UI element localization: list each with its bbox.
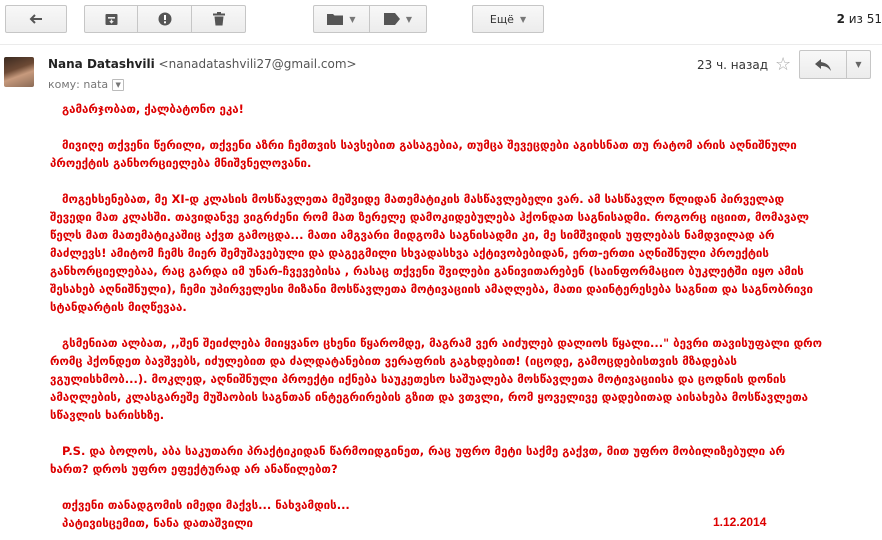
toolbar-divider [0,44,882,45]
message-signature: პატივისცემით, ნანა დათაშვილი [62,516,254,530]
sender-line: Nana Datashvili <nanadatashvili27@gmail.… [48,57,357,71]
show-details-dropdown-icon[interactable]: ▼ [112,78,125,91]
dropdown-arrow-icon: ▼ [519,14,527,24]
sender-email: <nanadatashvili27@gmail.com> [158,57,357,71]
organize-button-group: ▼ ▼ [313,5,427,33]
message-closing: თქვენი თანადგომის იმედი მაქვს... ნახვამდ… [62,498,350,512]
archive-button[interactable] [84,5,138,33]
dropdown-arrow-icon: ▼ [349,14,356,24]
reply-button[interactable] [799,50,847,79]
report-spam-button[interactable] [138,5,192,33]
message-paragraph-1: მივიღე თქვენი წერილი, თქვენი აზრი ჩემთვი… [50,138,797,170]
message-date: 1.12.2014 [713,515,767,529]
recipient-line: кому: nata ▼ [48,78,125,91]
report-spam-icon [158,12,172,26]
message-paragraph-2: მოგეხსენებათ, მე XI-დ კლასის მოსწავლეთა … [50,192,814,314]
dropdown-arrow-icon: ▼ [855,60,862,69]
pagination-counter: 2 из 51 [837,12,882,26]
trash-icon [212,12,225,26]
sender-name[interactable]: Nana Datashvili [48,57,155,71]
pager-total: из 51 [844,12,882,26]
dropdown-arrow-icon: ▼ [405,14,413,24]
message-body: გამარჯობათ, ქალბატონო ეკა! მივიღე თქვენი… [50,100,825,532]
more-button[interactable]: Ещё ▼ [472,5,544,33]
toolbar: ▼ ▼ Ещё ▼ 2 из 51 [0,0,882,44]
pager-current: 2 [836,12,845,26]
message-paragraph-3: გსმენიათ ალბათ, ,,შენ შეიძლება მიიყვანო … [50,336,823,422]
message-timestamp: 23 ч. назад [697,58,769,72]
message-greeting: გამარჯობათ, ქალბატონო ეკა! [62,102,244,116]
folder-icon [327,13,344,25]
star-icon[interactable]: ☆ [775,54,791,75]
labels-button[interactable]: ▼ [370,5,427,33]
recipient-label: кому: nata [48,78,109,91]
action-button-group [84,5,246,33]
reply-button-group: ▼ [799,50,871,79]
more-button-label: Ещё [489,12,514,26]
label-tag-icon [383,13,400,25]
delete-button[interactable] [192,5,246,33]
move-to-button[interactable]: ▼ [313,5,370,33]
more-actions-button[interactable]: ▼ [847,50,871,79]
message-paragraph-4: P.S. და ბოლოს, აბა საკუთარი პრაქტიკიდან … [50,444,785,476]
back-arrow-icon [29,14,43,24]
back-button[interactable] [5,5,67,33]
avatar[interactable] [4,57,34,87]
archive-icon [105,13,118,26]
reply-icon [815,58,831,71]
